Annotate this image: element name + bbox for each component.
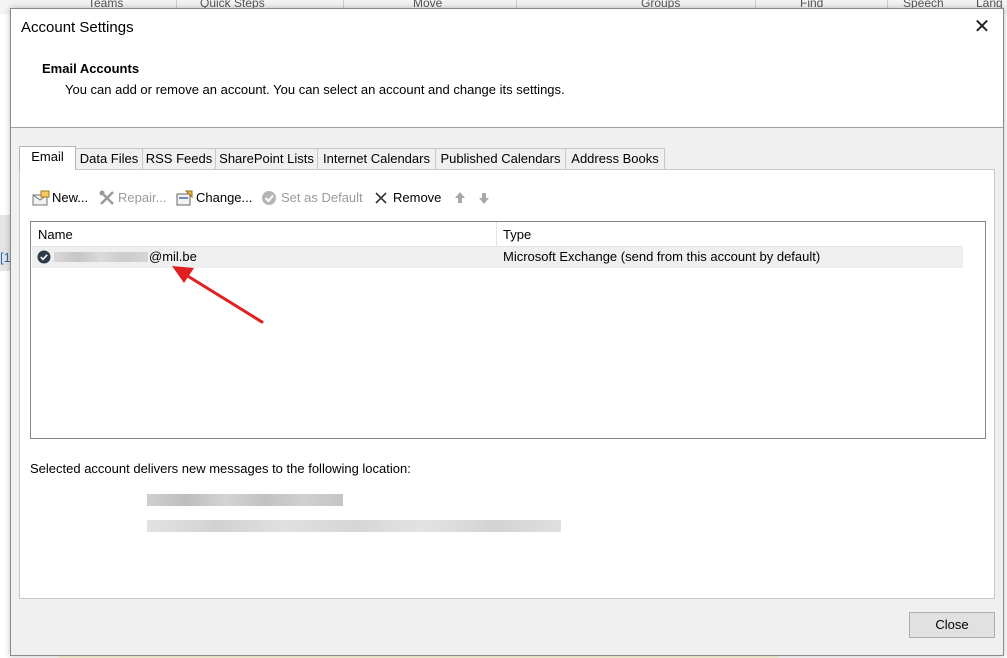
- new-button-label: New...: [52, 190, 89, 205]
- column-divider[interactable]: [496, 222, 497, 246]
- set-as-default-button[interactable]: Set as Default: [261, 188, 363, 208]
- list-header: Name Type: [31, 222, 962, 247]
- change-button-label: Change...: [196, 190, 253, 205]
- close-button[interactable]: Close: [909, 612, 995, 638]
- move-down-button[interactable]: [476, 188, 496, 208]
- new-mailbox-icon: [32, 190, 50, 206]
- account-type: Microsoft Exchange (send from this accou…: [503, 249, 821, 264]
- check-circle-icon: [262, 190, 276, 205]
- column-header-type[interactable]: Type: [503, 227, 531, 242]
- change-icon: [176, 190, 193, 206]
- repair-button[interactable]: Repair...: [98, 188, 166, 208]
- delivery-location-label: Selected account delivers new messages t…: [30, 461, 411, 476]
- tab-sharepoint-lists[interactable]: SharePoint Lists: [215, 148, 318, 169]
- tab-internet-calendars[interactable]: Internet Calendars: [317, 148, 436, 169]
- default-account-check-icon: [37, 250, 51, 264]
- tools-icon: [99, 190, 114, 205]
- move-up-button[interactable]: [452, 188, 472, 208]
- account-email-domain: @mil.be: [149, 249, 197, 264]
- redacted-account-name: [54, 252, 148, 262]
- accounts-list[interactable]: Name Type @mil.be Microsoft Exchange (se…: [30, 221, 986, 439]
- tab-email[interactable]: Email: [19, 146, 76, 170]
- remove-button[interactable]: Remove: [373, 188, 441, 208]
- tab-published-calendars[interactable]: Published Calendars: [435, 148, 566, 169]
- email-tab-panel: New... Repair... Change... Set as Defaul…: [19, 169, 995, 599]
- dialog-titlebar[interactable]: Account Settings ✕: [11, 9, 1003, 47]
- dialog-title: Account Settings: [21, 19, 134, 36]
- redacted-mailbox-name: [147, 494, 343, 506]
- account-row[interactable]: @mil.be Microsoft Exchange (send from th…: [32, 247, 963, 268]
- repair-button-label: Repair...: [118, 190, 167, 205]
- header-description: You can add or remove an account. You ca…: [65, 82, 565, 97]
- remove-button-label: Remove: [393, 190, 442, 205]
- arrow-up-icon: [455, 191, 465, 203]
- arrow-down-icon: [479, 192, 489, 204]
- new-button[interactable]: New...: [32, 188, 88, 208]
- tab-rss-feeds[interactable]: RSS Feeds: [142, 148, 216, 169]
- redacted-data-file-path: [147, 520, 561, 532]
- close-icon[interactable]: ✕: [969, 15, 995, 41]
- set-as-default-label: Set as Default: [281, 190, 363, 205]
- dialog-header: Email Accounts You can add or remove an …: [11, 47, 1003, 128]
- tab-data-files[interactable]: Data Files: [75, 148, 143, 169]
- change-button[interactable]: Change...: [176, 188, 252, 208]
- header-title: Email Accounts: [42, 61, 140, 76]
- tab-address-books[interactable]: Address Books: [565, 148, 665, 169]
- column-header-name[interactable]: Name: [38, 227, 73, 242]
- remove-x-icon: [375, 191, 387, 204]
- account-settings-dialog: Account Settings ✕ Email Accounts You ca…: [10, 8, 1004, 656]
